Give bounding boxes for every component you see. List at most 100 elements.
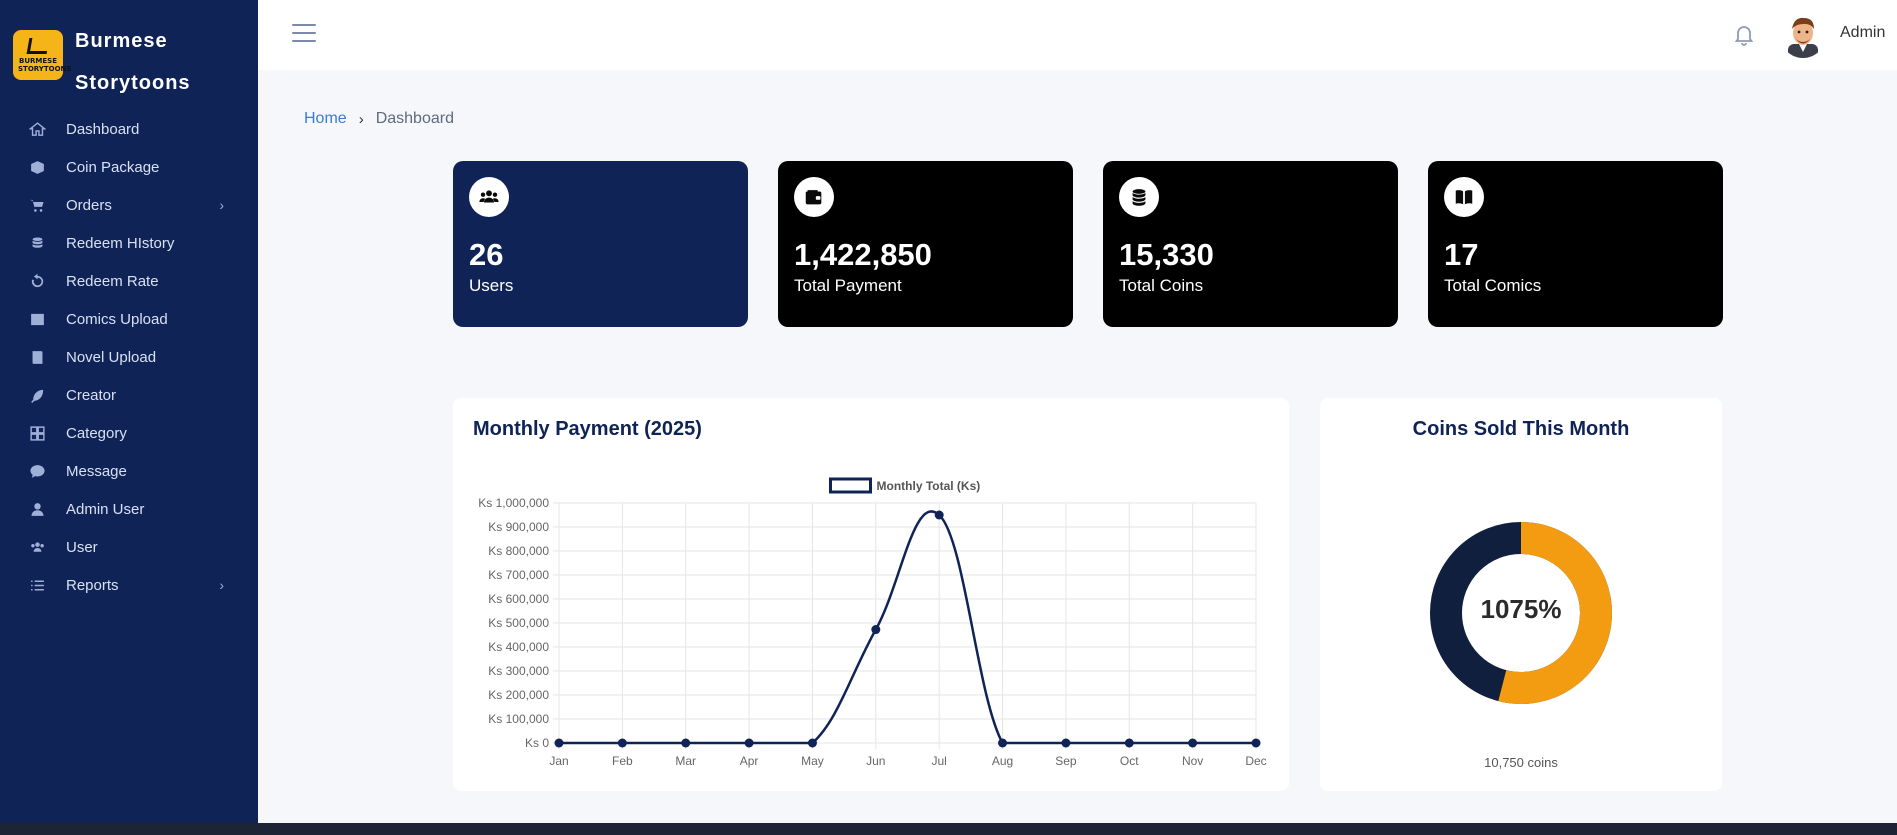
stat-value: 1,422,850: [794, 237, 932, 272]
user-icon: [27, 499, 47, 519]
sidebar-item-label: Redeem HIstory: [66, 234, 175, 252]
data-point: [871, 625, 881, 635]
y-tick-label: Ks 200,000: [488, 688, 549, 702]
data-point: [1061, 738, 1071, 748]
x-tick-label: Aug: [992, 754, 1013, 768]
hamburger-icon[interactable]: [292, 24, 316, 44]
list-icon: [27, 575, 47, 595]
stat-value: 26: [469, 237, 504, 272]
sidebar-item-novel-upload[interactable]: Novel Upload: [0, 338, 258, 376]
series-line: [558, 510, 1256, 745]
feather-icon: [27, 385, 47, 405]
x-tick-label: Jun: [866, 754, 885, 768]
brand[interactable]: BURMESE STORYTOONS Burmese Storytoons: [0, 0, 258, 110]
sidebar-item-label: Dashboard: [66, 120, 140, 138]
y-tick-label: Ks 100,000: [488, 712, 549, 726]
x-tick-label: May: [801, 754, 824, 768]
sidebar-item-category[interactable]: Category: [0, 414, 258, 452]
breadcrumb-current: Dashboard: [375, 110, 454, 127]
data-point: [934, 510, 944, 520]
sidebar-item-creator[interactable]: Creator: [0, 376, 258, 414]
sidebar-item-label: Message: [66, 462, 127, 480]
book-icon: [27, 347, 47, 367]
cart-icon: [27, 195, 47, 215]
x-tick-label: Dec: [1245, 754, 1266, 768]
sidebar-item-label: Reports: [66, 576, 119, 594]
sidebar-item-coin-package[interactable]: Coin Package: [0, 148, 258, 186]
x-tick-label: Mar: [675, 754, 696, 768]
taskbar-strip: [0, 823, 1897, 835]
stat-card-users[interactable]: 26 Users: [453, 161, 748, 327]
x-tick-label: Apr: [740, 754, 759, 768]
y-tick-label: Ks 1,000,000: [478, 496, 549, 510]
sidebar-item-label: User: [66, 538, 98, 556]
box-icon: [27, 157, 47, 177]
rotate-icon: [27, 271, 47, 291]
monthly-payment-chart[interactable]: Ks 0 Ks 100,000 Ks 200,000 Ks 300,000 Ks 400…: [453, 398, 1289, 791]
coins-stack-icon: [27, 233, 47, 253]
sidebar-item-redeem-history[interactable]: Redeem HIstory: [0, 224, 258, 262]
sidebar-item-admin-user[interactable]: Admin User: [0, 490, 258, 528]
sidebar-nav: Dashboard Coin Package Orders › Redeem HIsto…: [0, 110, 258, 604]
users-icon: [27, 537, 47, 557]
grid-icon: [27, 423, 47, 443]
y-tick-label: Ks 600,000: [488, 592, 549, 606]
y-tick-label: Ks 800,000: [488, 544, 549, 558]
wallet-icon: [794, 177, 834, 217]
breadcrumb: Home › Dashboard: [304, 110, 454, 128]
data-point: [554, 738, 564, 748]
data-point: [1188, 738, 1198, 748]
sidebar-item-dashboard[interactable]: Dashboard: [0, 110, 258, 148]
stat-value: 17: [1444, 237, 1479, 272]
image-icon: [27, 309, 47, 329]
breadcrumb-separator-icon: ›: [358, 110, 364, 128]
monthly-payment-panel: Monthly Payment (2025) Ks 0 Ks 100,000 Ks …: [453, 398, 1289, 791]
stat-card-total-comics[interactable]: 17 Total Comics: [1428, 161, 1723, 327]
sidebar-item-orders[interactable]: Orders ›: [0, 186, 258, 224]
sidebar-item-user[interactable]: User: [0, 528, 258, 566]
sidebar-item-label: Redeem Rate: [66, 272, 159, 290]
sidebar-item-label: Novel Upload: [66, 348, 157, 366]
donut-percent-label: 1075%: [1480, 594, 1562, 624]
brand-name-line1: Burmese: [75, 30, 168, 52]
data-point: [744, 738, 754, 748]
donut-footer: 10,750 coins: [1484, 755, 1558, 770]
y-tick-label: Ks 700,000: [488, 568, 549, 582]
chevron-right-icon: ›: [219, 577, 224, 593]
y-tick-label: Ks 0: [525, 736, 549, 750]
data-point: [681, 738, 691, 748]
y-tick-label: Ks 400,000: [488, 640, 549, 654]
sidebar-item-label: Admin User: [66, 500, 145, 518]
y-tick-label: Ks 900,000: [488, 520, 549, 534]
data-point: [617, 738, 627, 748]
sidebar-item-label: Coin Package: [66, 158, 160, 176]
chevron-right-icon: ›: [219, 197, 224, 213]
sidebar: BURMESE STORYTOONS Burmese Storytoons Da…: [0, 0, 258, 823]
sidebar-item-message[interactable]: Message: [0, 452, 258, 490]
home-icon: [27, 119, 47, 139]
coins-icon: [1119, 177, 1159, 217]
user-name[interactable]: Admin: [1840, 24, 1885, 42]
stat-label: Total Payment: [794, 276, 902, 295]
top-bar: Admin: [258, 0, 1897, 70]
data-point: [1124, 738, 1134, 748]
x-tick-label: Oct: [1120, 754, 1139, 768]
sidebar-item-label: Creator: [66, 386, 117, 404]
sidebar-item-comics-upload[interactable]: Comics Upload: [0, 300, 258, 338]
y-tick-label: Ks 500,000: [488, 616, 549, 630]
stat-label: Total Coins: [1119, 276, 1204, 295]
sidebar-item-redeem-rate[interactable]: Redeem Rate: [0, 262, 258, 300]
legend-swatch: [829, 477, 872, 494]
brand-name-line2: Storytoons: [75, 72, 191, 94]
breadcrumb-home-link[interactable]: Home: [304, 110, 347, 128]
legend-label: Monthly Total (Ks): [877, 479, 981, 493]
bell-icon[interactable]: [1732, 22, 1756, 46]
data-point: [807, 738, 817, 748]
stat-card-total-payment[interactable]: 1,422,850 Total Payment: [778, 161, 1073, 327]
x-tick-label: Sep: [1055, 754, 1077, 768]
stat-card-total-coins[interactable]: 15,330 Total Coins: [1103, 161, 1398, 327]
sidebar-item-reports[interactable]: Reports ›: [0, 566, 258, 604]
chat-icon: [27, 461, 47, 481]
data-point: [1251, 738, 1261, 748]
avatar[interactable]: [1780, 12, 1826, 58]
